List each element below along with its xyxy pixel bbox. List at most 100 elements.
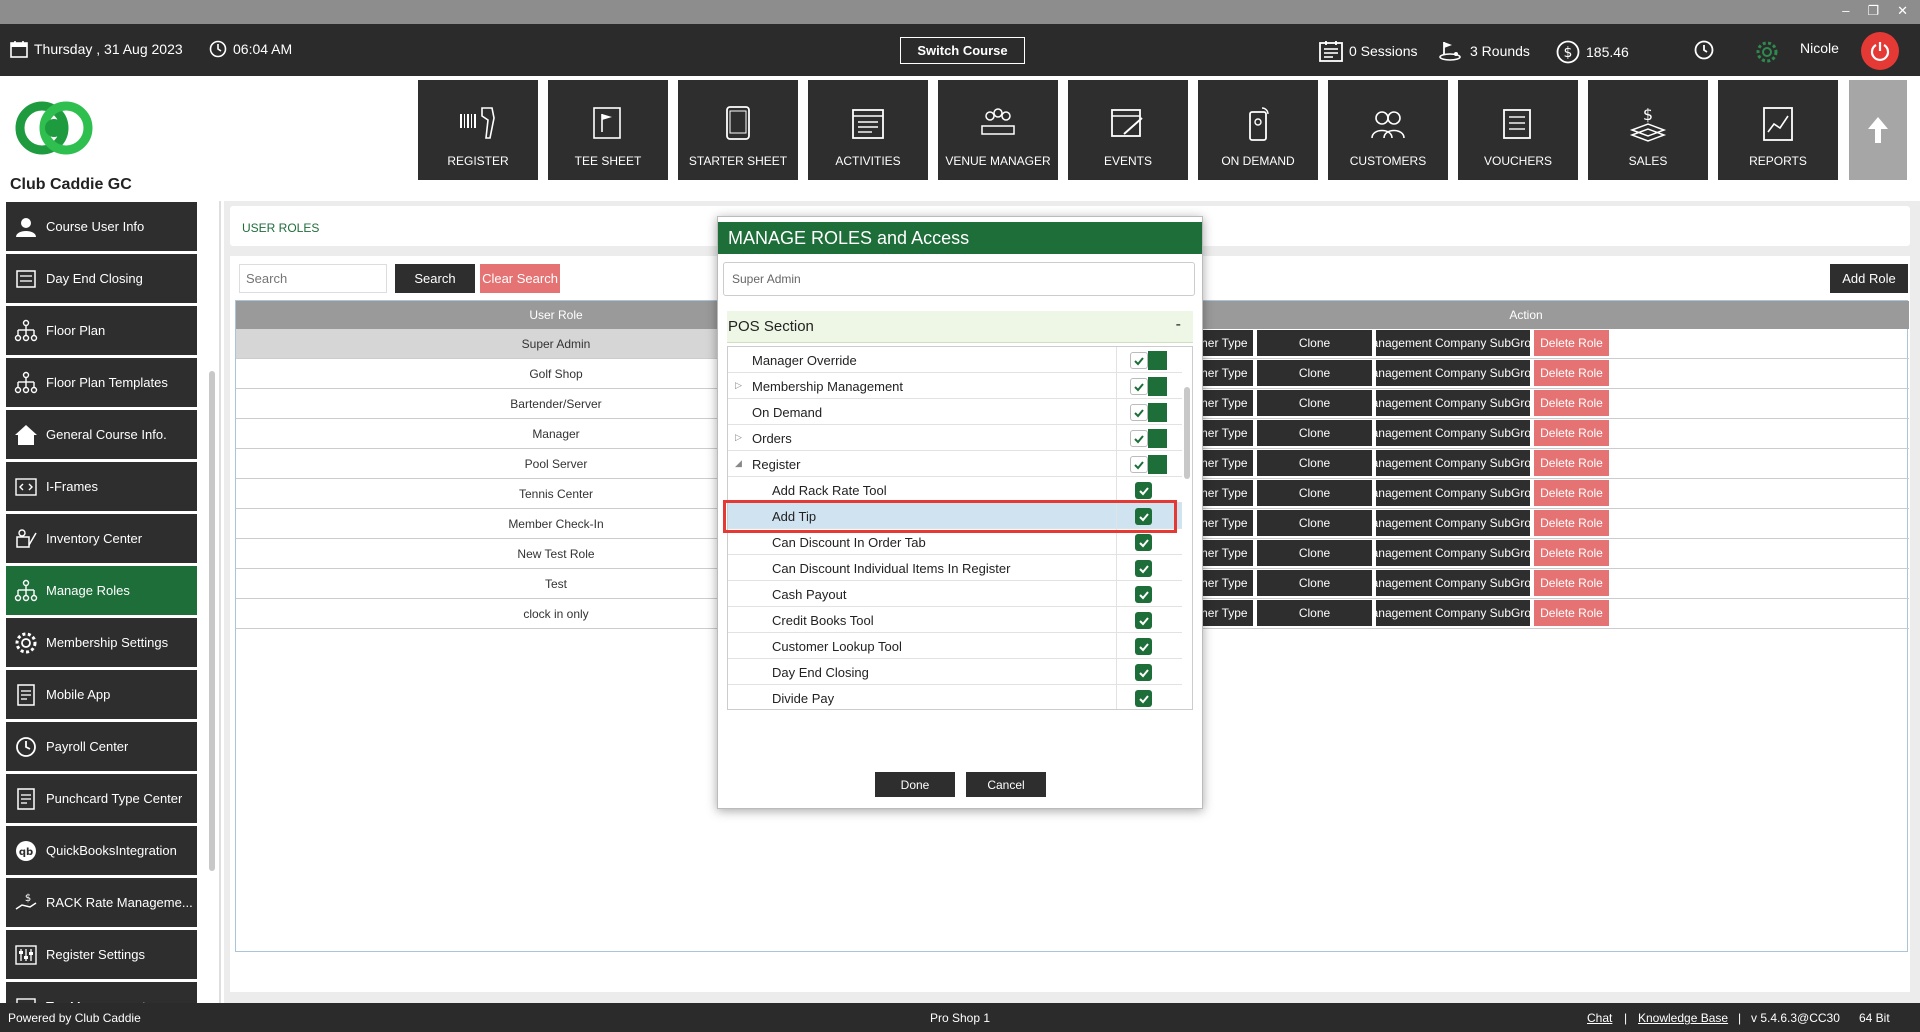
management-company-subgroup-button[interactable]: Management Company SubGroup (1376, 600, 1530, 626)
permission-row-day-end-closing[interactable]: Day End Closing (728, 659, 1182, 685)
sidebar-item-inventory-center[interactable]: Inventory Center (6, 514, 197, 563)
sidebar-scrollbar[interactable] (209, 371, 215, 871)
delete-role-button[interactable]: Delete Role (1534, 570, 1609, 596)
permission-checkbox[interactable] (1135, 638, 1152, 655)
management-company-subgroup-button[interactable]: Management Company SubGroup (1376, 570, 1530, 596)
sidebar-item-floor-plan[interactable]: Floor Plan (6, 306, 197, 355)
rounds-display[interactable]: 3 Rounds (1438, 40, 1530, 62)
sidebar-item-manage-roles[interactable]: Manage Roles (6, 566, 197, 615)
search-input[interactable] (239, 264, 387, 293)
sidebar-item-mobile-app[interactable]: Mobile App (6, 670, 197, 719)
clear-search-button[interactable]: Clear Search (480, 264, 560, 293)
sidebar-item-membership-settings[interactable]: Membership Settings (6, 618, 197, 667)
clone-button[interactable]: Clone (1257, 330, 1372, 356)
delete-role-button[interactable]: Delete Role (1534, 390, 1609, 416)
sidebar-item-rack-rate-manageme[interactable]: $ RACK Rate Manageme... (6, 878, 197, 927)
permission-checkbox[interactable] (1135, 586, 1152, 603)
sidebar-item-register-settings[interactable]: Register Settings (6, 930, 197, 979)
clone-button[interactable]: Clone (1257, 450, 1372, 476)
management-company-subgroup-button[interactable]: Management Company SubGroup (1376, 330, 1530, 356)
permission-row-cash-payout[interactable]: Cash Payout (728, 581, 1182, 607)
permission-row-customer-lookup-tool[interactable]: Customer Lookup Tool (728, 633, 1182, 659)
balance-display[interactable]: $ 185.46 (1556, 40, 1629, 64)
permission-row-manager-override[interactable]: Manager Override (728, 347, 1182, 373)
collapse-toggle[interactable]: - (1176, 316, 1181, 334)
permission-row-divide-pay[interactable]: Divide Pay (728, 685, 1182, 709)
permission-row-on-demand[interactable]: On Demand (728, 399, 1182, 425)
delete-role-button[interactable]: Delete Role (1534, 540, 1609, 566)
sidebar-item-day-end-closing[interactable]: Day End Closing (6, 254, 197, 303)
chat-link[interactable]: Chat (1587, 1011, 1612, 1025)
permission-row-orders[interactable]: ▷ Orders (728, 425, 1182, 451)
permission-checkbox[interactable] (1135, 534, 1152, 551)
permission-checkbox[interactable] (1130, 352, 1148, 369)
permission-checkbox[interactable] (1130, 430, 1148, 447)
clone-button[interactable]: Clone (1257, 540, 1372, 566)
nav-tile-events[interactable]: EVENTS (1068, 80, 1188, 180)
permission-checkbox[interactable] (1135, 690, 1152, 707)
restore-button[interactable]: ❐ (1867, 3, 1879, 19)
permission-row-register[interactable]: ◢ Register (728, 451, 1182, 477)
delete-role-button[interactable]: Delete Role (1534, 450, 1609, 476)
user-name[interactable]: Nicole (1800, 40, 1839, 56)
sidebar-item-quickbooksintegration[interactable]: qb QuickBooksIntegration (6, 826, 197, 875)
expanded-arrow-icon[interactable]: ◢ (735, 458, 742, 469)
permission-checkbox[interactable] (1135, 664, 1152, 681)
sidebar-item-tax-management[interactable]: TAXTax Management (6, 982, 197, 1003)
clone-button[interactable]: Clone (1257, 510, 1372, 536)
role-name-field[interactable]: Super Admin (723, 262, 1195, 296)
sidebar-item-floor-plan-templates[interactable]: Floor Plan Templates (6, 358, 197, 407)
search-button[interactable]: Search (395, 264, 475, 293)
permission-row-can-discount-individual-items-in-register[interactable]: Can Discount Individual Items In Registe… (728, 555, 1182, 581)
management-company-subgroup-button[interactable]: Management Company SubGroup (1376, 420, 1530, 446)
delete-role-button[interactable]: Delete Role (1534, 360, 1609, 386)
clone-button[interactable]: Clone (1257, 420, 1372, 446)
pos-section-header[interactable]: POS Section - (727, 311, 1193, 343)
settings-button[interactable] (1755, 40, 1779, 64)
nav-tile-sales[interactable]: $ SALES (1588, 80, 1708, 180)
permission-checkbox[interactable] (1130, 378, 1148, 395)
clone-button[interactable]: Clone (1257, 570, 1372, 596)
clone-button[interactable]: Clone (1257, 360, 1372, 386)
management-company-subgroup-button[interactable]: Management Company SubGroup (1376, 360, 1530, 386)
done-button[interactable]: Done (875, 772, 955, 797)
permission-checkbox[interactable] (1130, 404, 1148, 421)
delete-role-button[interactable]: Delete Role (1534, 510, 1609, 536)
nav-tile-tee-sheet[interactable]: TEE SHEET (548, 80, 668, 180)
clone-button[interactable]: Clone (1257, 390, 1372, 416)
sessions-display[interactable]: 0 Sessions (1319, 40, 1417, 62)
management-company-subgroup-button[interactable]: Management Company SubGroup (1376, 450, 1530, 476)
clone-button[interactable]: Clone (1257, 480, 1372, 506)
switch-course-button[interactable]: Switch Course (900, 37, 1025, 64)
permission-row-credit-books-tool[interactable]: Credit Books Tool (728, 607, 1182, 633)
knowledge-base-link[interactable]: Knowledge Base (1638, 1011, 1728, 1025)
permission-row-membership-management[interactable]: ▷ Membership Management (728, 373, 1182, 399)
sidebar-item-payroll-center[interactable]: Payroll Center (6, 722, 197, 771)
expand-arrow-icon[interactable]: ▷ (735, 380, 742, 391)
nav-tile-vouchers[interactable]: VOUCHERS (1458, 80, 1578, 180)
sidebar-item-i-frames[interactable]: I-Frames (6, 462, 197, 511)
scroll-up-button[interactable] (1849, 80, 1907, 180)
permission-checkbox[interactable] (1130, 456, 1148, 473)
logout-button[interactable] (1861, 32, 1899, 70)
management-company-subgroup-button[interactable]: Management Company SubGroup (1376, 510, 1530, 536)
timeclock-button[interactable] (1694, 40, 1714, 60)
nav-tile-customers[interactable]: CUSTOMERS (1328, 80, 1448, 180)
sidebar-item-punchcard-type-center[interactable]: Punchcard Type Center (6, 774, 197, 823)
permission-checkbox[interactable] (1135, 560, 1152, 577)
management-company-subgroup-button[interactable]: Management Company SubGroup (1376, 540, 1530, 566)
nav-tile-venue-manager[interactable]: VENUE MANAGER (938, 80, 1058, 180)
sidebar-item-general-course-info[interactable]: General Course Info. (6, 410, 197, 459)
delete-role-button[interactable]: Delete Role (1534, 480, 1609, 506)
delete-role-button[interactable]: Delete Role (1534, 420, 1609, 446)
nav-tile-activities[interactable]: ACTIVITIES (808, 80, 928, 180)
expand-arrow-icon[interactable]: ▷ (735, 432, 742, 443)
nav-tile-starter-sheet[interactable]: STARTER SHEET (678, 80, 798, 180)
permission-checkbox[interactable] (1135, 482, 1152, 499)
nav-tile-on-demand[interactable]: ON DEMAND (1198, 80, 1318, 180)
minimize-button[interactable]: – (1842, 3, 1849, 19)
delete-role-button[interactable]: Delete Role (1534, 330, 1609, 356)
clone-button[interactable]: Clone (1257, 600, 1372, 626)
management-company-subgroup-button[interactable]: Management Company SubGroup (1376, 480, 1530, 506)
delete-role-button[interactable]: Delete Role (1534, 600, 1609, 626)
